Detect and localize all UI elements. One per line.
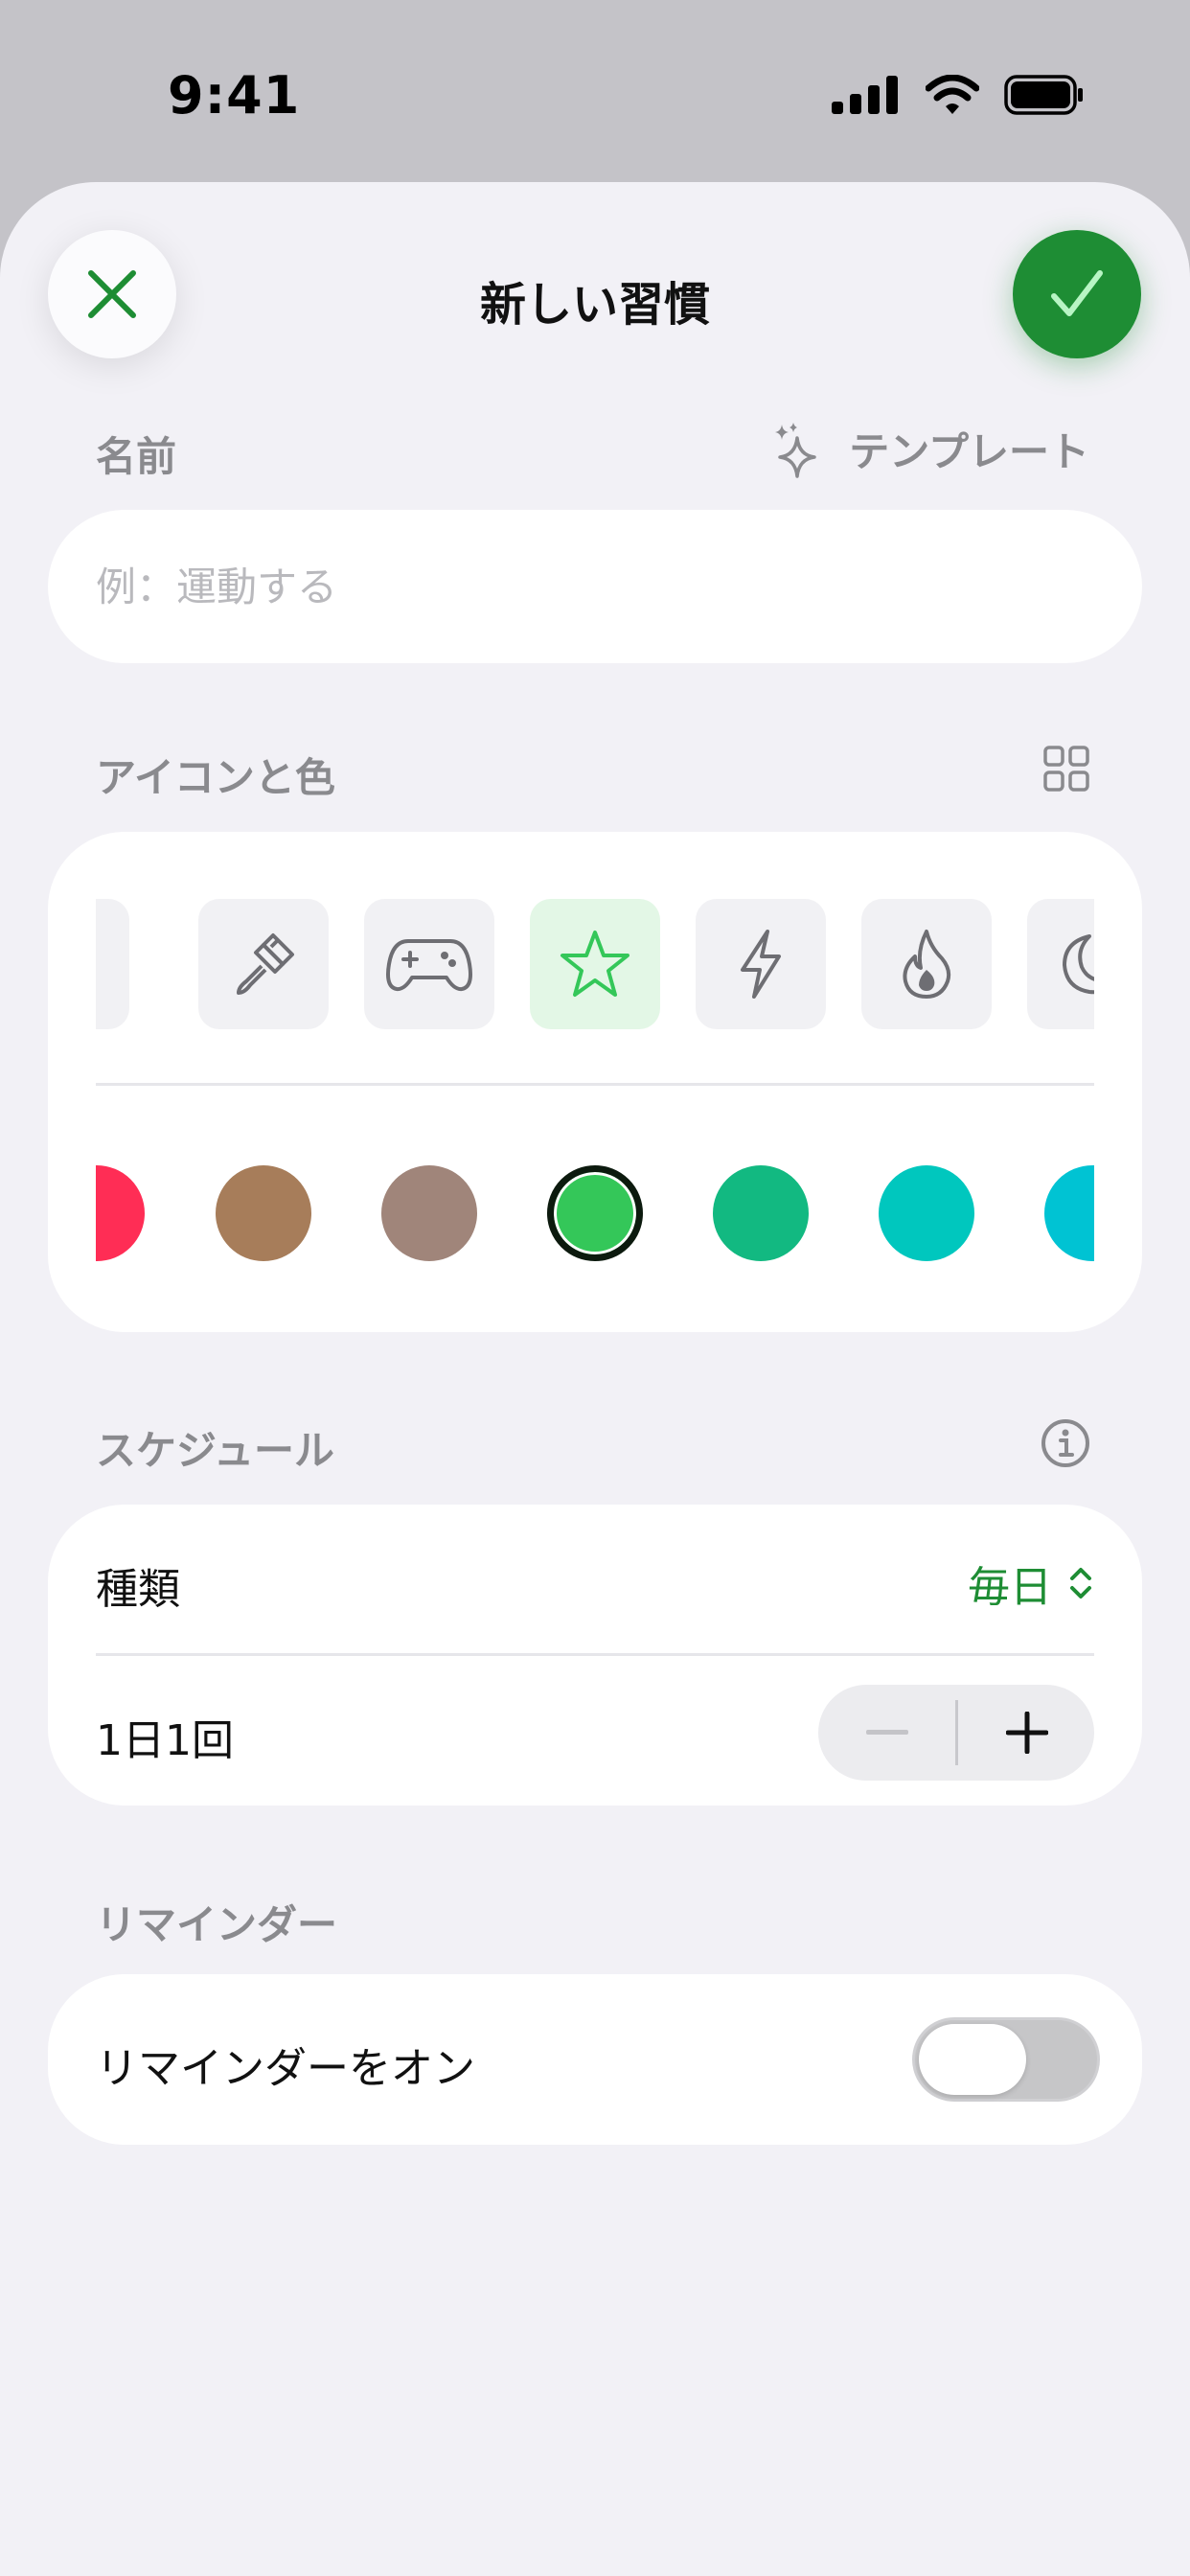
schedule-card: 種類 毎日 1日1回 xyxy=(48,1505,1142,1806)
reminder-toggle[interactable] xyxy=(912,2017,1100,2102)
wifi-icon xyxy=(926,75,979,114)
color-swatch-taupe[interactable] xyxy=(381,1165,477,1261)
status-bar: 9:41 xyxy=(0,0,1190,182)
kind-label: 種類 xyxy=(96,1565,180,1614)
moon-icon xyxy=(1063,934,1094,995)
toggle-knob xyxy=(919,2024,1026,2095)
icon-option-gamecontroller[interactable] xyxy=(364,899,494,1029)
done-button[interactable] xyxy=(1013,230,1141,358)
icon-color-section-label: アイコンと色 xyxy=(96,754,335,801)
color-swatch-green[interactable] xyxy=(547,1165,643,1261)
kind-picker[interactable]: 毎日 xyxy=(968,1552,1094,1614)
icon-picker[interactable] xyxy=(96,899,1094,1029)
icon-option-moon[interactable] xyxy=(1027,899,1094,1029)
icon-option-flame[interactable] xyxy=(861,899,992,1029)
icon-option-bolt[interactable] xyxy=(696,899,826,1029)
decrement-button[interactable] xyxy=(818,1685,955,1781)
camera-icon xyxy=(96,935,98,993)
color-swatch-emerald[interactable] xyxy=(713,1165,809,1261)
cellular-signal-icon xyxy=(832,76,898,114)
reminder-toggle-label: リマインダーをオン xyxy=(96,2044,475,2093)
new-habit-sheet: 新しい習慣 名前 テンプレート アイコンと色 xyxy=(0,182,1190,2576)
paintbrush-icon xyxy=(237,933,294,995)
flame-icon xyxy=(903,930,951,999)
plus-icon xyxy=(1005,1712,1048,1754)
icon-grid-button[interactable] xyxy=(1043,746,1089,795)
schedule-section-label: スケジュール xyxy=(96,1427,335,1474)
grid-icon xyxy=(1043,746,1089,792)
checkmark-icon xyxy=(1051,270,1103,316)
icon-color-divider xyxy=(96,1083,1094,1086)
icon-option-star[interactable] xyxy=(530,899,660,1029)
name-section-label: 名前 xyxy=(96,433,177,480)
status-time: 9:41 xyxy=(168,65,301,126)
sparkles-icon xyxy=(775,422,816,478)
page-title: 新しい習慣 xyxy=(479,278,710,332)
color-swatch-brown[interactable] xyxy=(216,1165,311,1261)
template-button[interactable]: テンプレート xyxy=(770,420,1089,478)
increment-button[interactable] xyxy=(958,1685,1095,1781)
chevron-up-down-icon xyxy=(1070,1568,1091,1598)
reminder-section-label: リマインダー xyxy=(96,1901,338,1948)
icon-color-card xyxy=(48,832,1142,1332)
icon-option-paintbrush[interactable] xyxy=(198,899,329,1029)
star-icon xyxy=(561,931,629,997)
template-label: テンプレート xyxy=(849,428,1089,475)
info-icon xyxy=(1041,1419,1089,1467)
habit-name-input[interactable] xyxy=(48,510,1142,663)
battery-icon xyxy=(1004,75,1083,115)
reminder-card: リマインダーをオン xyxy=(48,1974,1142,2145)
minus-icon xyxy=(865,1730,908,1735)
color-picker[interactable] xyxy=(96,1165,1094,1261)
color-swatch-cyan[interactable] xyxy=(1044,1165,1094,1261)
bolt-icon xyxy=(741,930,781,999)
status-icons xyxy=(832,75,1085,115)
frequency-stepper[interactable] xyxy=(818,1685,1094,1781)
schedule-info-button[interactable] xyxy=(1041,1418,1090,1472)
frequency-label: 1日1回 xyxy=(96,1716,234,1765)
kind-value: 毎日 xyxy=(968,1563,1052,1612)
color-swatch-red[interactable] xyxy=(96,1165,145,1261)
color-swatch-teal[interactable] xyxy=(879,1165,974,1261)
icon-option-camera[interactable] xyxy=(96,899,129,1029)
schedule-divider xyxy=(96,1653,1094,1656)
gamecontroller-icon xyxy=(386,939,472,992)
